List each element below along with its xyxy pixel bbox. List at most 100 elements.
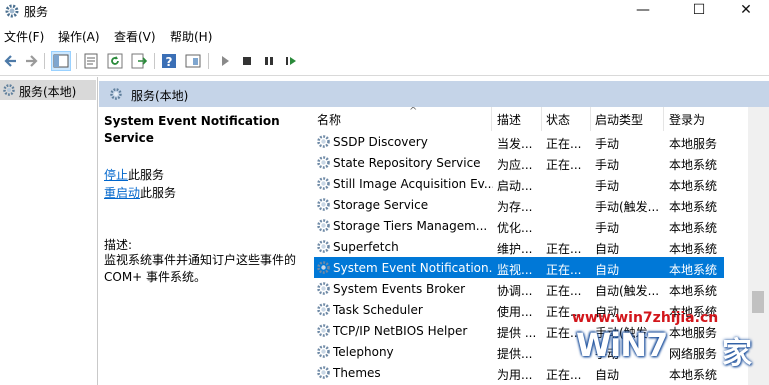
export-list-icon[interactable]: [130, 52, 148, 70]
restart-service-icon[interactable]: [282, 52, 300, 70]
service-name: System Events Broker: [333, 282, 466, 296]
service-log-on-as: 本地系统: [669, 221, 718, 235]
watermark-logo: WiN7: [576, 326, 668, 364]
service-log-on-as: 本地系统: [669, 200, 718, 214]
watermark-url: www.win7zhijia.cn: [572, 310, 719, 326]
column-header-row: 名称 ^ 描述 状态 启动类型 登录为: [304, 107, 748, 131]
restart-suffix-text: 此服务: [140, 186, 177, 200]
minimize-button[interactable]: —: [620, 0, 666, 22]
service-name: Telephony: [333, 345, 394, 359]
service-startup-type: 手动: [595, 221, 620, 235]
service-startup-type: 手动: [595, 179, 620, 193]
column-header-name[interactable]: 名称 ^: [317, 107, 487, 131]
stop-action-row: 停止此服务: [104, 166, 164, 183]
menu-bar: 文件(F) 操作(A) 查看(V) 帮助(H): [0, 24, 769, 46]
column-header-status[interactable]: 状态: [546, 111, 570, 131]
services-gear-icon: [5, 4, 19, 18]
service-row[interactable]: State Repository Service 为应... 正在... 手动 本地系统: [314, 152, 724, 173]
service-log-on-as: 本地系统: [669, 284, 718, 298]
service-name: State Repository Service: [333, 156, 481, 170]
service-status: 正在...: [546, 284, 582, 298]
service-gear-icon: [317, 366, 330, 379]
service-startup-type: 手动(触发...: [595, 200, 660, 214]
service-log-on-as: 本地系统: [669, 158, 718, 172]
service-description: 监视...: [497, 263, 533, 277]
service-name: Superfetch: [333, 240, 399, 254]
service-name: Task Scheduler: [333, 303, 423, 317]
service-startup-type: 手动: [595, 137, 620, 151]
service-gear-icon: [317, 324, 330, 337]
service-gear-icon: [317, 177, 330, 190]
service-gear-icon: [317, 261, 330, 274]
forward-arrow-icon[interactable]: [22, 52, 40, 70]
console-tree: 服务(本地): [0, 77, 98, 385]
svg-text:?: ?: [166, 55, 173, 69]
service-description: 提供...: [497, 347, 533, 361]
service-startup-type: 自动(触发...: [595, 284, 660, 298]
back-arrow-icon[interactable]: [2, 52, 20, 70]
service-description: 使用...: [497, 305, 533, 319]
services-gear-icon: [3, 84, 15, 96]
service-row[interactable]: Superfetch 维护... 正在... 自动 本地系统: [314, 236, 724, 257]
service-description: 协调...: [497, 284, 533, 298]
column-header-startup-type[interactable]: 启动类型: [595, 111, 643, 131]
service-description: 提供 ...: [497, 326, 537, 340]
description-text: 监视系统事件并通知订户这些事件的COM+ 事件系统。: [104, 253, 297, 284]
menu-action[interactable]: 操作(A): [58, 28, 100, 45]
menu-file[interactable]: 文件(F): [4, 28, 44, 45]
watermark: www.win7zhijia.cn WiN7 家: [572, 310, 769, 385]
service-row[interactable]: Still Image Acquisition Ev... 启动... 手动 本地系统: [314, 173, 724, 194]
service-description: 优化...: [497, 221, 533, 235]
start-service-icon[interactable]: [216, 52, 234, 70]
service-log-on-as: 本地系统: [669, 179, 718, 193]
watermark-suffix: 家: [722, 336, 752, 371]
title-bar: 服务 — ☐ ✕: [0, 0, 769, 22]
service-description: 为用...: [497, 368, 533, 382]
service-details-pane: System Event Notification Service 停止此服务 …: [99, 107, 304, 385]
service-log-on-as: 本地服务: [669, 137, 718, 151]
service-gear-icon: [317, 303, 330, 316]
stop-service-icon[interactable]: [238, 52, 256, 70]
service-description: 当发...: [497, 137, 533, 151]
service-row[interactable]: Storage Service 为存... 手动(触发... 本地系统: [314, 194, 724, 215]
service-name: System Event Notification...: [333, 261, 493, 275]
service-name: Themes: [333, 366, 381, 380]
service-status: 正在...: [546, 263, 582, 277]
service-startup-type: 手动: [595, 158, 620, 172]
service-startup-type: 自动: [595, 263, 620, 277]
properties-icon[interactable]: [82, 52, 100, 70]
service-description: 为应...: [497, 158, 533, 172]
service-gear-icon: [317, 240, 330, 253]
toolbar: ?: [0, 47, 769, 76]
service-description: 启动...: [497, 179, 533, 193]
restart-service-link[interactable]: 重启动: [104, 186, 140, 200]
tree-item-services-local[interactable]: 服务(本地): [0, 80, 96, 100]
column-header-log-on-as[interactable]: 登录为: [669, 111, 705, 131]
service-gear-icon: [317, 156, 330, 169]
stop-service-link[interactable]: 停止: [104, 168, 128, 182]
services-gear-icon: [110, 88, 122, 100]
maximize-button[interactable]: ☐: [676, 0, 722, 22]
pause-service-icon[interactable]: [260, 52, 278, 70]
service-row[interactable]: Storage Tiers Managem... 优化... 手动 本地系统: [314, 215, 724, 236]
column-header-description[interactable]: 描述: [497, 111, 521, 131]
menu-help[interactable]: 帮助(H): [170, 28, 212, 45]
menu-view[interactable]: 查看(V): [114, 28, 156, 45]
service-row[interactable]: SSDP Discovery 当发... 正在... 手动 本地服务: [314, 131, 724, 152]
service-description: 为存...: [497, 200, 533, 214]
service-gear-icon: [317, 198, 330, 211]
service-row[interactable]: System Event Notification... 监视... 正在... 自动…: [314, 257, 724, 278]
service-startup-type: 自动: [595, 242, 620, 256]
service-gear-icon: [317, 135, 330, 148]
close-button[interactable]: ✕: [723, 0, 769, 22]
service-gear-icon: [317, 282, 330, 295]
service-name: Storage Tiers Managem...: [333, 219, 488, 233]
selected-service-title: System Event Notification Service: [104, 114, 280, 145]
tree-item-label: 服务(本地): [19, 85, 77, 99]
service-row[interactable]: System Events Broker 协调... 正在... 自动(触发... 本地…: [314, 278, 724, 299]
window-title: 服务: [24, 5, 49, 19]
show-hide-tree-icon[interactable]: [51, 51, 71, 71]
refresh-icon[interactable]: [106, 52, 124, 70]
help-icon[interactable]: ?: [160, 52, 178, 70]
view-icon[interactable]: [184, 52, 202, 70]
